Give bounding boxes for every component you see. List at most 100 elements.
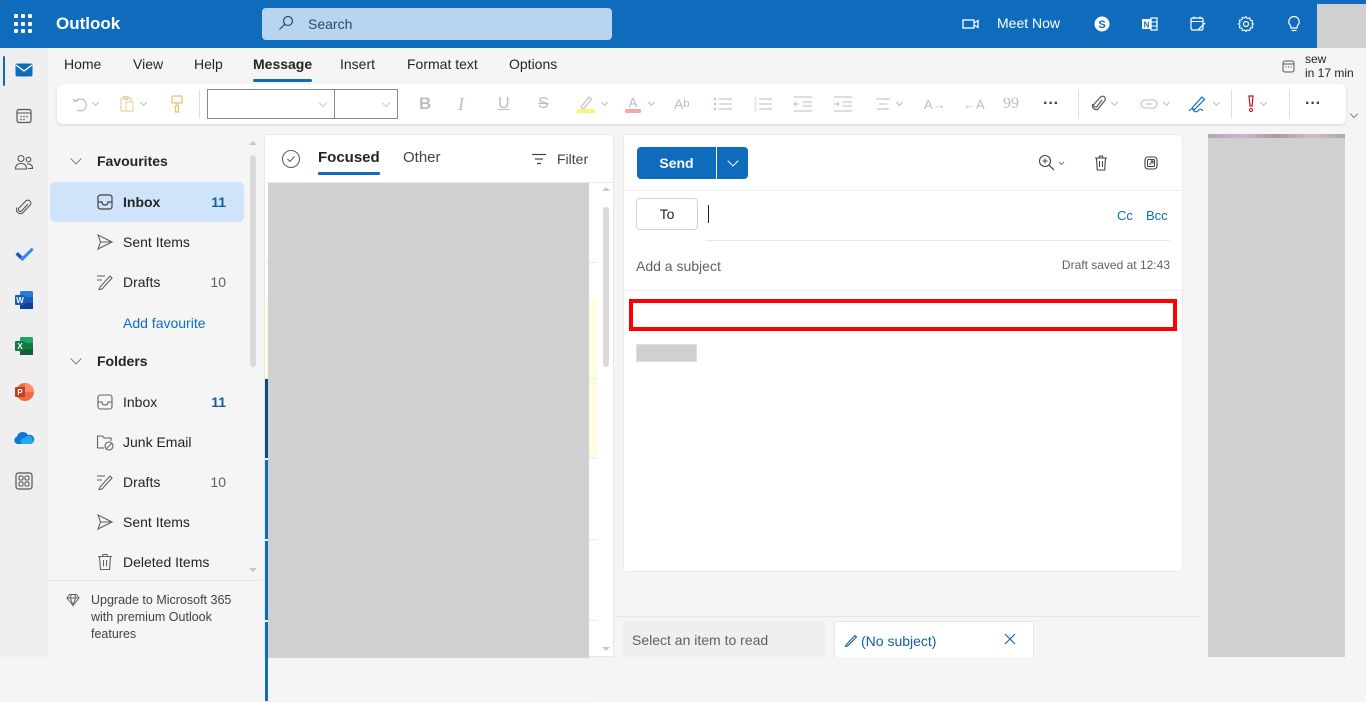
bullets-button[interactable] [713,94,733,114]
cc-button[interactable]: Cc [1117,208,1133,223]
separator [624,290,1182,291]
rail-files[interactable] [0,188,48,228]
favourite-drafts[interactable]: Drafts 10 [50,262,244,302]
to-input[interactable] [708,198,1108,230]
rtl-button[interactable]: ←A [963,94,985,114]
tab-focused[interactable]: Focused [318,149,380,175]
rail-word[interactable]: W [0,280,48,320]
search-box[interactable]: Search [262,8,612,40]
font-family-select[interactable] [207,89,335,119]
decrease-indent-button[interactable] [793,94,813,114]
tab-message[interactable]: Message [253,56,313,82]
undo-button[interactable] [71,94,98,114]
folder-label: Drafts [123,474,161,490]
increase-indent-icon [834,96,852,112]
unread-count: 11 [211,194,226,210]
rail-powerpoint[interactable]: P [0,372,48,412]
discard-button[interactable] [1091,153,1111,173]
skype-icon[interactable]: S [1092,14,1112,34]
rail-people[interactable] [0,142,48,182]
account-avatar[interactable] [1317,4,1366,48]
rail-calendar[interactable] [0,96,48,136]
link-button[interactable] [1140,94,1169,114]
more-options-button[interactable]: ··· [1305,94,1321,114]
tab-view[interactable]: View [133,56,163,72]
nav-scrollbar[interactable] [250,155,256,367]
folder-inbox[interactable]: Inbox 11 [50,382,244,422]
rail-more-apps[interactable] [0,461,48,501]
importance-button[interactable] [1247,94,1266,114]
ltr-button[interactable]: A→ [924,94,946,114]
highlight-button[interactable] [576,94,607,114]
favourites-header[interactable]: Favourites [48,146,248,176]
video-camera-icon[interactable] [961,14,981,34]
tab-insert[interactable]: Insert [340,56,375,72]
zoom-button[interactable] [1035,153,1069,173]
separator [1289,90,1290,118]
tips-lightbulb-icon[interactable] [1284,14,1304,34]
signature-button[interactable] [1188,94,1219,114]
message-body-highlight[interactable] [629,299,1177,331]
tab-help[interactable]: Help [194,56,223,72]
expand-ribbon-chevron-icon[interactable] [1349,109,1359,119]
numbered-list-icon: 123 [754,97,772,112]
strikethrough-button[interactable]: S [538,94,549,114]
people-icon [14,154,34,170]
my-day-calendar-icon[interactable] [1188,14,1208,34]
to-button[interactable]: To [636,198,698,230]
close-icon[interactable] [1003,632,1017,646]
folder-drafts[interactable]: Drafts 10 [50,462,244,502]
bold-button[interactable]: B [419,94,431,114]
format-painter-button[interactable] [171,94,183,114]
unread-count: 11 [211,394,226,410]
upgrade-banner[interactable]: Upgrade to Microsoft 365 with premium Ou… [48,580,262,657]
font-size-select[interactable] [334,89,398,119]
rail-todo[interactable] [0,234,48,274]
clear-formatting-button[interactable]: Ab [674,94,689,114]
draft-tab[interactable]: (No subject) [834,621,1034,657]
paste-button[interactable] [119,94,146,114]
italic-button[interactable]: I [458,94,464,114]
list-scrollbar[interactable] [603,207,609,367]
reading-pane-tab[interactable]: Select an item to read [623,621,825,657]
font-color-button[interactable]: A [623,94,654,114]
send-options-dropdown[interactable] [717,147,748,179]
favourite-sent-items[interactable]: Sent Items [50,222,244,262]
favourite-inbox[interactable]: Inbox 11 [50,182,244,222]
tab-home[interactable]: Home [64,56,101,72]
app-name[interactable]: Outlook [56,14,120,34]
more-formatting-button[interactable]: ··· [1043,94,1059,114]
send-button[interactable]: Send [637,147,716,179]
attach-button[interactable] [1092,94,1117,114]
list-scroll-down[interactable] [602,647,610,651]
folders-header[interactable]: Folders [48,346,248,376]
folder-junk-email[interactable]: Junk Email [50,422,244,462]
folder-sent-items[interactable]: Sent Items [50,502,244,542]
folder-deleted-items[interactable]: Deleted Items [50,542,244,580]
meet-now-button[interactable]: Meet Now [997,15,1060,31]
increase-indent-button[interactable] [833,94,853,114]
select-all-checkbox-icon[interactable] [281,149,301,169]
message-list-header: Focused Other Filter [265,135,613,183]
filter-button[interactable]: Filter [531,151,588,167]
align-button[interactable] [875,94,902,114]
quote-button[interactable]: 99 [1003,94,1019,114]
tab-format-text[interactable]: Format text [407,56,478,72]
rail-onedrive[interactable] [0,418,48,458]
numbering-button[interactable]: 123 [753,94,773,114]
nav-scroll-up[interactable] [249,141,257,145]
tab-options[interactable]: Options [509,56,557,72]
settings-gear-icon[interactable] [1236,14,1256,34]
underline-button[interactable]: U [498,94,510,114]
subject-input[interactable]: Add a subject [636,258,721,274]
list-scroll-up[interactable] [602,187,610,191]
onenote-feed-icon[interactable]: N [1140,14,1160,34]
rail-mail[interactable] [0,50,48,90]
app-launcher-icon[interactable] [14,14,34,34]
pop-out-button[interactable] [1141,153,1161,173]
bcc-button[interactable]: Bcc [1146,208,1168,223]
nav-scroll-down[interactable] [249,568,257,572]
add-favourite-link[interactable]: Add favourite [123,315,206,331]
tab-other[interactable]: Other [403,149,441,166]
rail-excel[interactable]: X [0,326,48,366]
